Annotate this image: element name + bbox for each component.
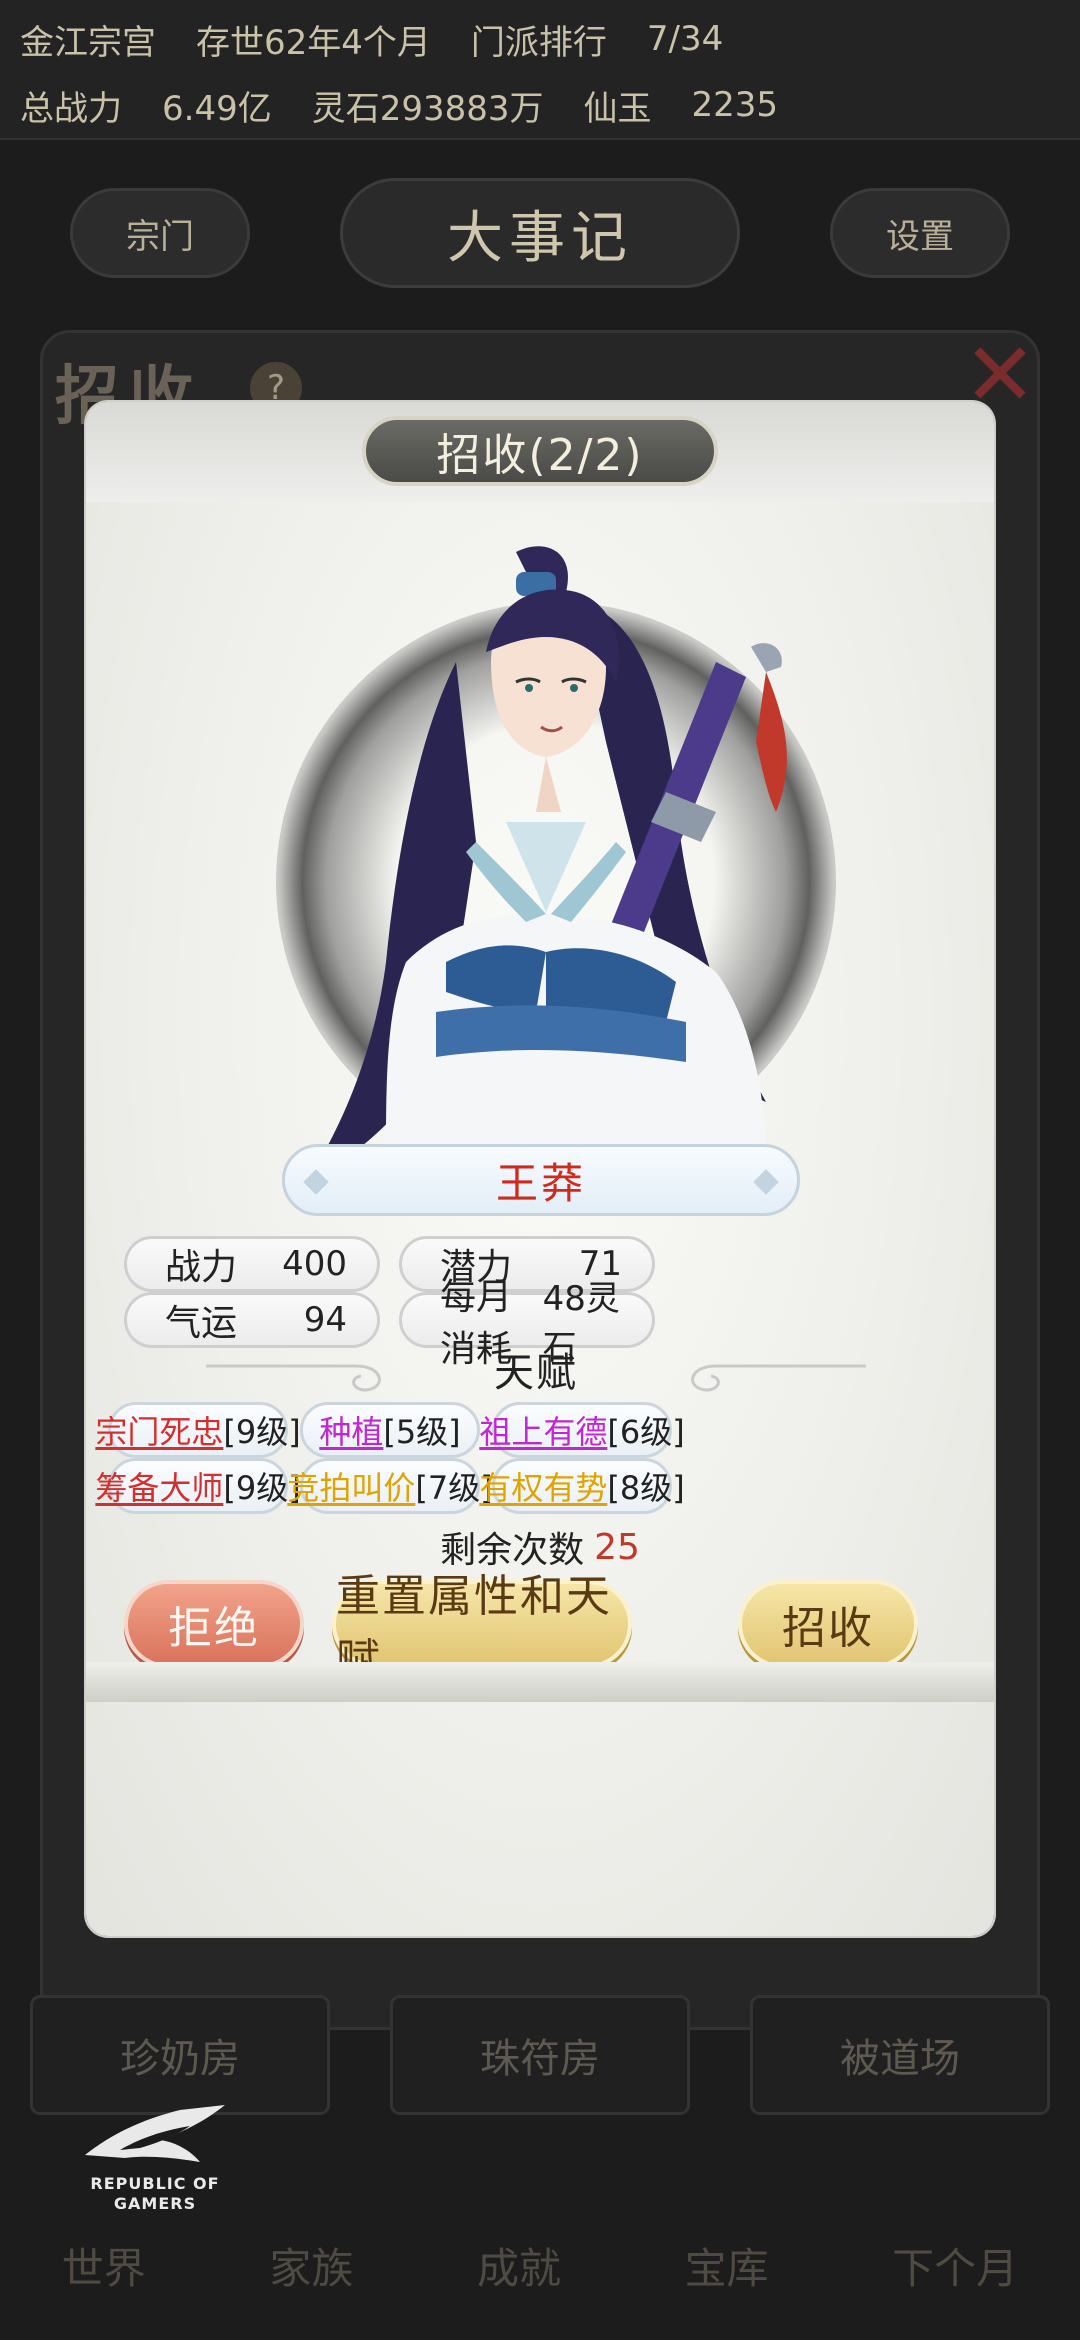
talent-level: [9级] — [223, 1413, 301, 1451]
bottom-nav-achievement[interactable]: 成就 — [477, 2235, 561, 2296]
talent-name: 有权有势 — [479, 1469, 608, 1507]
sect-rank: 7/34 — [646, 19, 724, 59]
spirit-stone-value: 灵石293883万 — [311, 88, 544, 129]
diamond-ornament-right — [753, 1169, 779, 1195]
sect-nav-button[interactable]: 宗门 — [70, 188, 250, 278]
talent-heading: 天赋 — [494, 1350, 578, 1396]
talent-name: 种植 — [319, 1413, 384, 1451]
talent-chip[interactable]: 宗门死忠 [9级] — [95, 1402, 301, 1458]
sect-age: 存世62年4个月 — [196, 22, 431, 63]
talent-header: 天赋 — [206, 1334, 866, 1404]
disciple-portrait — [306, 546, 787, 1182]
settings-nav-button[interactable]: 设置 — [830, 188, 1010, 278]
recruit-button[interactable]: 招收 — [738, 1580, 918, 1668]
stat-label: 战力 — [165, 1247, 238, 1288]
talent-chip[interactable]: 有权有势 [8级] — [479, 1458, 685, 1514]
jade-label: 仙玉 — [583, 88, 652, 129]
jade-value: 2235 — [691, 85, 779, 125]
rog-watermark: REPUBLIC OF GAMERS — [80, 2100, 260, 2250]
talent-chip[interactable]: 种植 [5级] — [300, 1402, 480, 1458]
disciple-name-plate: 王莽 — [282, 1144, 800, 1216]
talent-name: 竞拍叫价 — [287, 1469, 416, 1507]
stat-value: 400 — [282, 1244, 347, 1284]
reject-button[interactable]: 拒绝 — [124, 1580, 304, 1668]
total-power-value: 6.49亿 — [162, 88, 272, 129]
recruit-modal: 招收(2/2) 王莽 战力 400 潜力 71 气运 94 每月消耗 48灵石 … — [86, 402, 994, 1936]
rog-eye-icon — [85, 2105, 225, 2162]
resource-status-bar: 金江宗宫 存世62年4个月 门派排行 7/34 总战力 6.49亿 灵石2938… — [0, 0, 1080, 140]
bottom-nav-family[interactable]: 家族 — [269, 2235, 353, 2296]
status-row-1: 金江宗宫 存世62年4个月 门派排行 7/34 — [0, 6, 1080, 72]
talent-level: [8级] — [607, 1469, 685, 1507]
modal-footer-ink — [86, 1662, 994, 1702]
modal-title: 招收(2/2) — [362, 416, 718, 486]
talent-level: [5级] — [383, 1413, 461, 1451]
sect-name: 金江宗宫 — [20, 22, 156, 63]
status-row-2: 总战力 6.49亿 灵石293883万 仙玉 2235 — [0, 72, 1080, 138]
total-power-label: 总战力 — [20, 88, 122, 129]
reset-attributes-button[interactable]: 重置属性和天赋 — [332, 1571, 632, 1686]
bottom-nav-next-month[interactable]: 下个月 — [892, 2235, 1018, 2296]
talent-chip[interactable]: 祖上有德 [6级] — [479, 1402, 685, 1458]
top-nav: 宗门 大事记 设置 — [0, 178, 1080, 288]
chronicle-title[interactable]: 大事记 — [340, 178, 740, 288]
room-1[interactable]: 珍奶房 — [30, 1995, 330, 2115]
talent-chip[interactable]: 竞拍叫价 [7级] — [287, 1458, 493, 1514]
stat-combat-power: 战力 400 — [124, 1236, 380, 1292]
disciple-name: 王莽 — [495, 1158, 586, 1208]
room-2[interactable]: 珠符房 — [390, 1995, 690, 2115]
sect-rank-label: 门派排行 — [470, 22, 607, 63]
talent-name: 宗门死忠 — [95, 1413, 224, 1451]
bottom-nav-treasury[interactable]: 宝库 — [685, 2235, 769, 2296]
talent-name: 筹备大师 — [95, 1469, 224, 1507]
rog-text: REPUBLIC OF GAMERS — [90, 2174, 220, 2213]
room-3[interactable]: 被道场 — [750, 1995, 1050, 2115]
talent-chip[interactable]: 筹备大师 [9级] — [95, 1458, 301, 1514]
talent-level: [6级] — [607, 1413, 685, 1451]
talent-name: 祖上有德 — [479, 1413, 608, 1451]
diamond-ornament-left — [303, 1169, 329, 1195]
